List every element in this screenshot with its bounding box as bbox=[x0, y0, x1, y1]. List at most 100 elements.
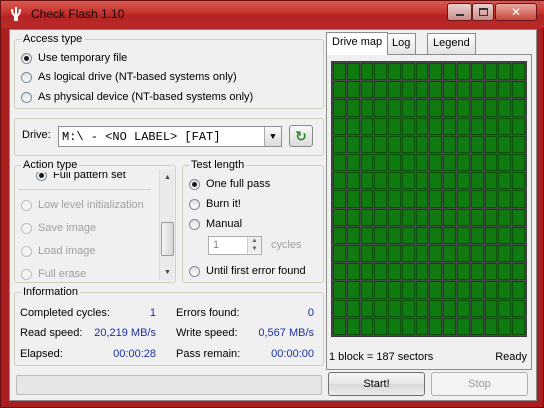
access-logical-drive-option[interactable]: As logical drive (NT-based systems only) bbox=[21, 70, 237, 84]
map-block bbox=[415, 208, 429, 226]
map-block bbox=[374, 226, 388, 244]
map-block bbox=[512, 172, 525, 190]
option-label: Full pattern set bbox=[53, 172, 126, 181]
map-block bbox=[360, 99, 374, 117]
spin-down-icon[interactable]: ▼ bbox=[248, 245, 261, 253]
tab-log[interactable]: Log bbox=[386, 33, 417, 54]
map-block bbox=[374, 317, 388, 335]
radio-icon[interactable] bbox=[189, 178, 200, 190]
test-burn-it-option[interactable]: Burn it! bbox=[189, 197, 241, 211]
scroll-up-icon[interactable]: ▲ bbox=[160, 170, 175, 185]
minimize-button[interactable] bbox=[447, 3, 472, 21]
map-block bbox=[374, 208, 388, 226]
map-block bbox=[457, 281, 470, 299]
map-block bbox=[470, 154, 484, 172]
spin-buttons[interactable]: ▲ ▼ bbox=[247, 237, 261, 254]
map-block bbox=[401, 317, 415, 335]
map-block bbox=[333, 263, 346, 281]
maximize-icon bbox=[478, 8, 488, 16]
map-block bbox=[333, 154, 346, 172]
map-block bbox=[429, 208, 443, 226]
spin-up-icon[interactable]: ▲ bbox=[248, 237, 261, 245]
start-button[interactable]: Start! bbox=[328, 372, 425, 396]
map-block bbox=[388, 317, 401, 335]
map-block bbox=[388, 208, 401, 226]
radio-icon[interactable] bbox=[189, 218, 200, 230]
map-block bbox=[470, 208, 484, 226]
radio-icon[interactable] bbox=[189, 198, 200, 210]
map-block bbox=[360, 117, 374, 135]
map-block bbox=[360, 63, 374, 81]
map-block bbox=[443, 135, 457, 153]
map-block bbox=[443, 172, 457, 190]
map-block bbox=[443, 245, 457, 263]
radio-icon[interactable] bbox=[21, 91, 32, 103]
radio-icon bbox=[21, 245, 32, 257]
map-block bbox=[401, 81, 415, 99]
map-block bbox=[443, 63, 457, 81]
radio-icon[interactable] bbox=[21, 52, 32, 64]
close-button[interactable]: ✕ bbox=[495, 3, 537, 21]
map-block bbox=[498, 281, 512, 299]
map-block bbox=[512, 281, 525, 299]
map-block bbox=[457, 226, 470, 244]
map-block bbox=[498, 117, 512, 135]
scroll-down-icon[interactable]: ▼ bbox=[160, 265, 175, 280]
map-block bbox=[415, 63, 429, 81]
access-temp-file-option[interactable]: Use temporary file bbox=[21, 51, 127, 65]
test-manual-option[interactable]: Manual bbox=[189, 217, 242, 231]
test-until-error-option[interactable]: Until first error found bbox=[189, 264, 306, 278]
close-icon: ✕ bbox=[510, 5, 522, 19]
action-full-pattern-option[interactable]: Full pattern set bbox=[36, 172, 126, 182]
tab-label: Legend bbox=[433, 37, 470, 49]
block-info-text: 1 block = 187 sectors bbox=[329, 351, 434, 363]
map-block bbox=[388, 81, 401, 99]
map-block bbox=[388, 63, 401, 81]
radio-icon bbox=[21, 222, 32, 234]
map-block bbox=[401, 117, 415, 135]
access-physical-device-option[interactable]: As physical device (NT-based systems onl… bbox=[21, 90, 253, 104]
map-block bbox=[401, 190, 415, 208]
cycles-spinbox[interactable]: 1 ▲ ▼ bbox=[208, 236, 262, 255]
map-block bbox=[360, 154, 374, 172]
tab-legend[interactable]: Legend bbox=[427, 33, 476, 54]
map-block bbox=[360, 263, 374, 281]
map-block bbox=[484, 135, 498, 153]
map-block bbox=[401, 63, 415, 81]
map-block bbox=[415, 263, 429, 281]
map-block bbox=[512, 208, 525, 226]
title-bar[interactable]: Check Flash 1.10 ✕ bbox=[1, 1, 544, 28]
start-button-label: Start! bbox=[363, 378, 390, 390]
test-one-pass-option[interactable]: One full pass bbox=[189, 177, 270, 191]
map-block bbox=[401, 135, 415, 153]
refresh-drives-button[interactable]: ↻ bbox=[289, 125, 313, 147]
map-block bbox=[429, 281, 443, 299]
cycles-label: cycles bbox=[271, 239, 302, 251]
map-block bbox=[498, 135, 512, 153]
radio-icon[interactable] bbox=[189, 265, 200, 277]
map-block bbox=[470, 299, 484, 317]
map-block bbox=[457, 245, 470, 263]
map-block bbox=[429, 99, 443, 117]
chevron-down-icon[interactable]: ▼ bbox=[264, 127, 281, 146]
stop-button[interactable]: Stop bbox=[431, 372, 528, 396]
scroll-thumb[interactable] bbox=[161, 222, 174, 256]
map-block bbox=[470, 63, 484, 81]
map-block bbox=[388, 190, 401, 208]
maximize-button[interactable] bbox=[472, 3, 494, 21]
radio-icon[interactable] bbox=[21, 71, 32, 83]
map-block bbox=[374, 299, 388, 317]
map-block bbox=[415, 190, 429, 208]
tab-drive-map[interactable]: Drive map bbox=[326, 32, 389, 55]
action-list-scrollbar[interactable]: ▲ ▼ bbox=[159, 170, 174, 280]
map-block bbox=[333, 245, 346, 263]
elapsed-value: 00:00:28 bbox=[113, 348, 156, 360]
map-block bbox=[415, 99, 429, 117]
map-block bbox=[457, 172, 470, 190]
map-block bbox=[333, 63, 346, 81]
radio-icon[interactable] bbox=[36, 172, 47, 181]
drive-select[interactable]: M:\ - <NO LABEL> [FAT] ▼ bbox=[58, 126, 282, 147]
map-block bbox=[415, 135, 429, 153]
map-block bbox=[388, 172, 401, 190]
map-block bbox=[346, 117, 360, 135]
